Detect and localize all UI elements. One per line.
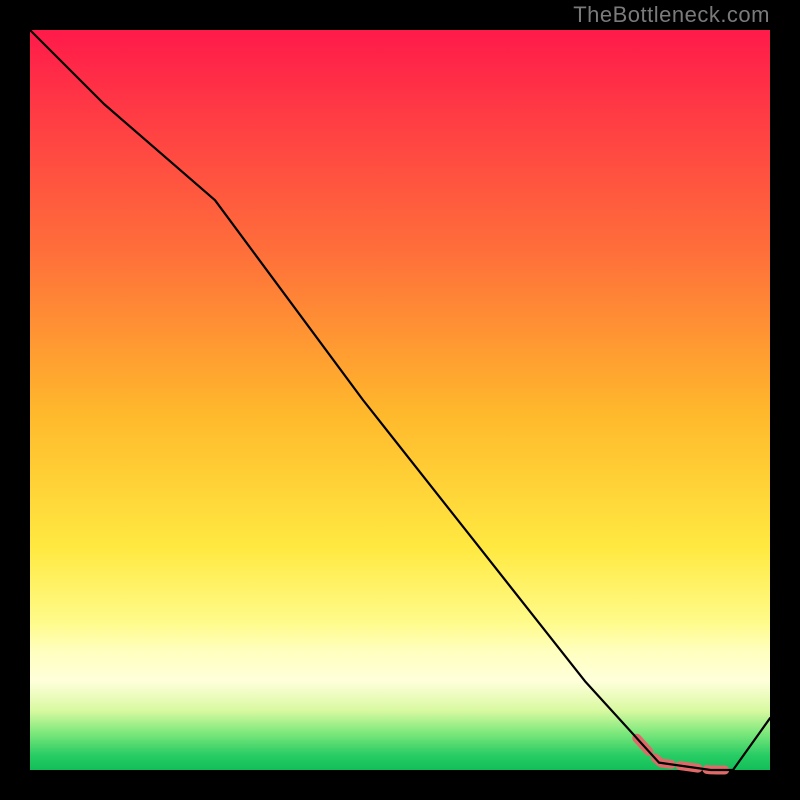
attribution-text: TheBottleneck.com (573, 2, 770, 28)
bottleneck-curve (30, 30, 770, 770)
plot-area (30, 30, 770, 770)
chart-overlay (30, 30, 770, 770)
chart-container: TheBottleneck.com (0, 0, 800, 800)
